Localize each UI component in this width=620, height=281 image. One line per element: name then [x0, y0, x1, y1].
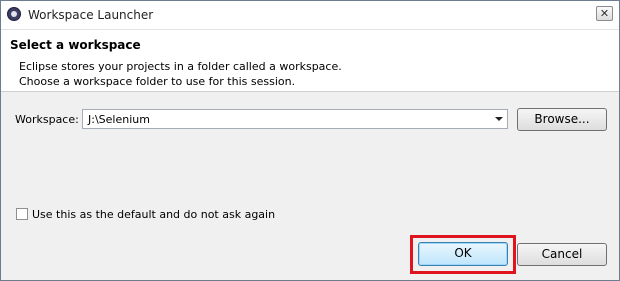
cancel-button[interactable]: Cancel	[517, 243, 607, 266]
header-title: Select a workspace	[10, 38, 141, 52]
close-icon[interactable]: ✕	[596, 6, 613, 21]
workspace-label: Workspace:	[15, 113, 79, 126]
workspace-launcher-dialog: Workspace Launcher ✕ Select a workspace …	[0, 0, 620, 281]
ok-button[interactable]: OK	[418, 242, 508, 266]
default-checkbox[interactable]	[16, 208, 28, 220]
dialog-header: Select a workspace Eclipse stores your p…	[1, 30, 619, 92]
window-title: Workspace Launcher	[28, 8, 154, 22]
header-description-line1: Eclipse stores your projects in a folder…	[19, 60, 342, 73]
workspace-value[interactable]: J:\Selenium	[88, 113, 150, 126]
chevron-down-icon[interactable]	[495, 117, 503, 121]
browse-button[interactable]: Browse...	[517, 108, 607, 131]
default-checkbox-label[interactable]: Use this as the default and do not ask a…	[32, 208, 275, 221]
eclipse-icon	[7, 7, 21, 21]
workspace-combo[interactable]: J:\Selenium	[82, 109, 508, 129]
title-bar: Workspace Launcher ✕	[1, 1, 619, 30]
header-description-line2: Choose a workspace folder to use for thi…	[19, 75, 296, 88]
